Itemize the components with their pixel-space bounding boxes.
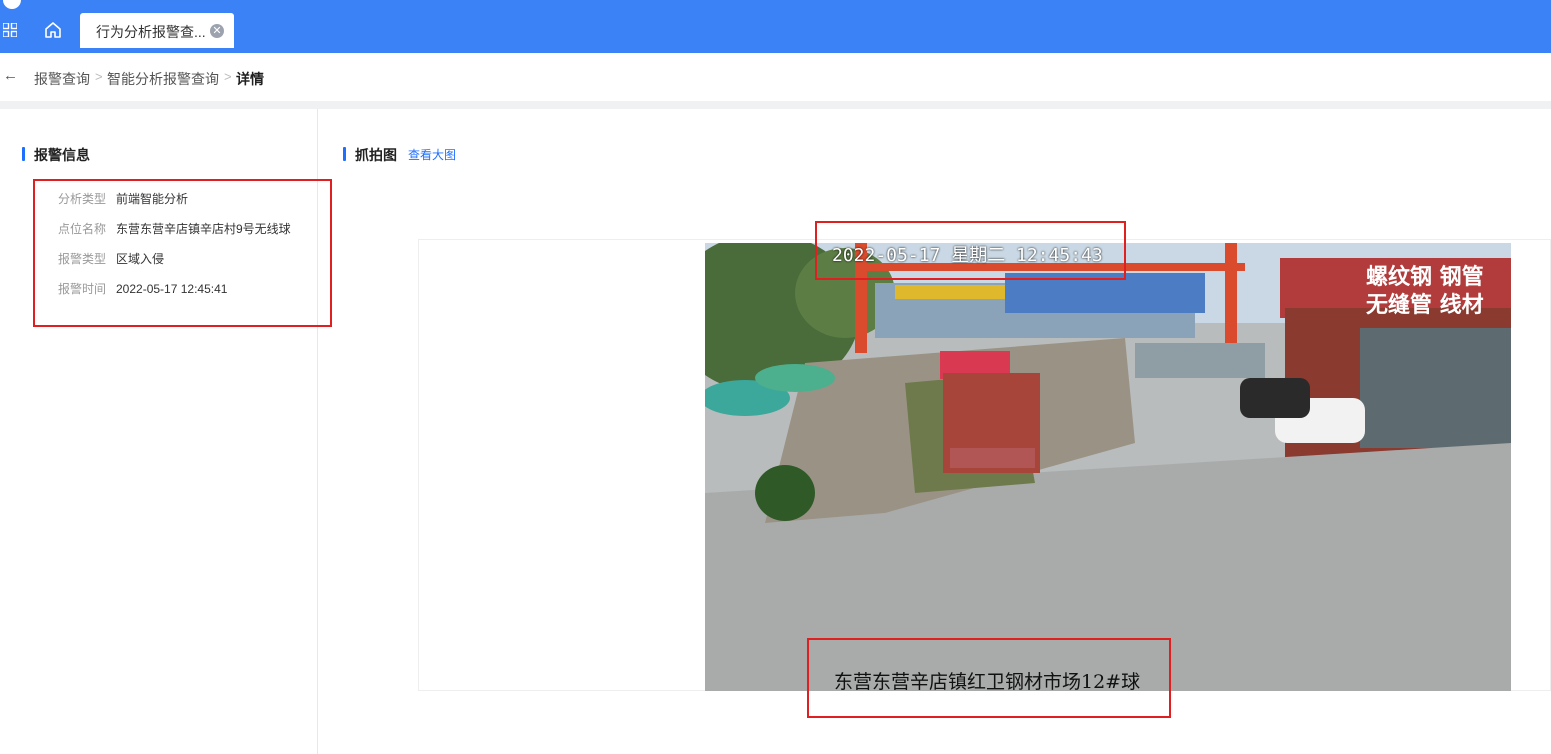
close-circle-icon[interactable]: ✕ xyxy=(210,24,224,38)
app-logo xyxy=(3,0,21,9)
section-marker xyxy=(22,147,25,161)
breadcrumb: ← 报警查询 > 智能分析报警查询 > 详情 xyxy=(0,53,1551,101)
top-navigation-bar: 行为分析报警查... ✕ xyxy=(0,0,1551,53)
home-icon[interactable] xyxy=(44,21,62,39)
section-marker xyxy=(343,147,346,161)
breadcrumb-current-detail: 详情 xyxy=(236,71,264,87)
back-arrow-icon[interactable]: ← xyxy=(3,67,18,84)
apps-grid-icon[interactable] xyxy=(3,23,17,37)
breadcrumb-alarm-query[interactable]: 报警查询 xyxy=(34,69,90,89)
view-large-image-link[interactable]: 查看大图 xyxy=(408,146,456,163)
highlight-box-alarm-info xyxy=(33,179,332,327)
tab-behavior-alarm-query[interactable]: 行为分析报警查... ✕ xyxy=(80,13,234,48)
breadcrumb-separator: > xyxy=(95,69,103,84)
breadcrumb-separator: > xyxy=(224,69,232,84)
breadcrumb-smart-analysis-query[interactable]: 智能分析报警查询 xyxy=(107,69,219,89)
snapshot-heading: 抓拍图 xyxy=(355,147,397,163)
tab-label: 行为分析报警查... xyxy=(96,24,206,40)
shop-sign-line2: 无缝管 线材 xyxy=(1366,293,1484,318)
section-divider xyxy=(0,101,1551,109)
highlight-box-timestamp xyxy=(815,221,1126,280)
alarm-info-heading: 报警信息 xyxy=(34,147,90,163)
highlight-box-location xyxy=(807,638,1171,718)
